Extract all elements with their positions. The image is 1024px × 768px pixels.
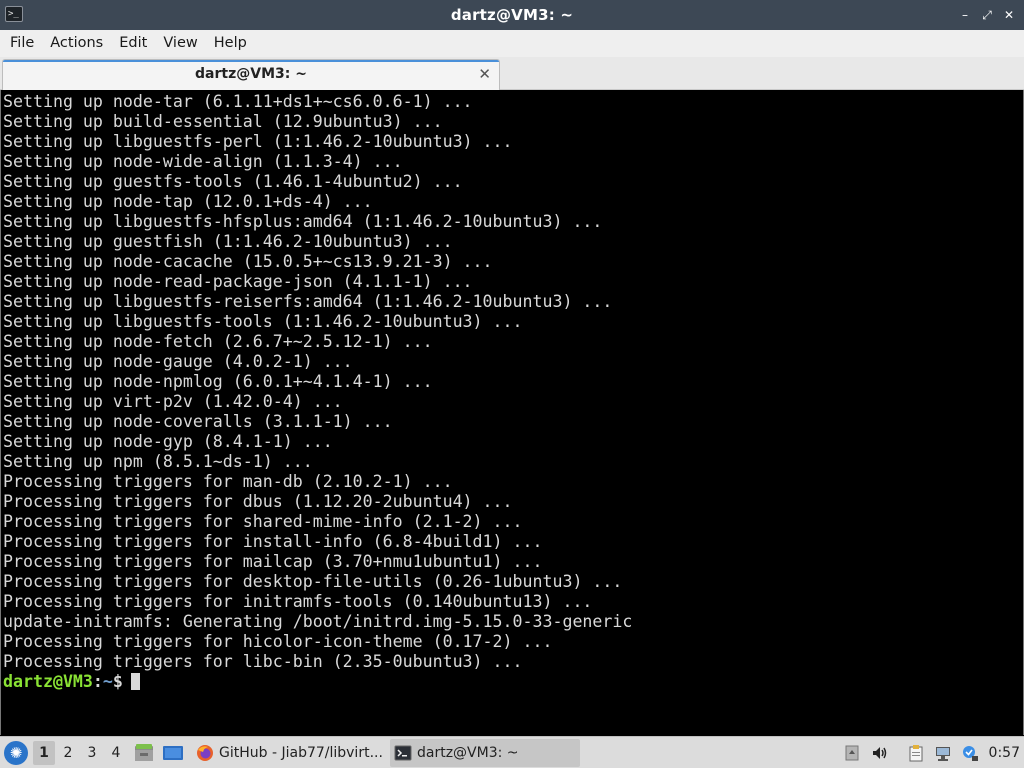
tab-close-icon[interactable]: ✕ (478, 65, 491, 83)
terminal-line: Processing triggers for install-info (6.… (3, 532, 543, 551)
terminal-line: Processing triggers for shared-mime-info… (3, 512, 523, 531)
terminal-line: Processing triggers for hicolor-icon-the… (3, 632, 553, 651)
terminal-line: Processing triggers for man-db (2.10.2-1… (3, 472, 453, 491)
terminal-line: Processing triggers for dbus (1.12.20-2u… (3, 492, 513, 511)
terminal-line: Processing triggers for libc-bin (2.35-0… (3, 652, 523, 671)
terminal-line: update-initramfs: Generating /boot/initr… (3, 612, 633, 631)
close-button[interactable]: ✕ (1000, 6, 1018, 24)
file-manager-icon[interactable] (133, 742, 155, 764)
tab-label: dartz@VM3: ~ (195, 66, 307, 82)
text-cursor (130, 673, 140, 690)
terminal-line: Setting up libguestfs-hfsplus:amd64 (1:1… (3, 212, 603, 231)
terminal-line: Setting up guestfs-tools (1.46.1-4ubuntu… (3, 172, 463, 191)
terminal-line: Setting up guestfish (1:1.46.2-10ubuntu3… (3, 232, 453, 251)
window-controls: – ⤢ ✕ (956, 0, 1018, 30)
desktop-3-button[interactable]: 3 (81, 741, 103, 765)
task-label: dartz@VM3: ~ (417, 745, 519, 761)
terminal-line: Processing triggers for desktop-file-uti… (3, 572, 623, 591)
terminal-line: Processing triggers for mailcap (3.70+nm… (3, 552, 543, 571)
terminal-line: Setting up node-gyp (8.4.1-1) ... (3, 432, 333, 451)
terminal-line: Setting up node-read-package-json (4.1.1… (3, 272, 473, 291)
terminal-line: Setting up node-tap (12.0.1+ds-4) ... (3, 192, 373, 211)
network-icon[interactable] (934, 744, 952, 762)
menu-actions[interactable]: Actions (42, 30, 111, 57)
menu-file[interactable]: File (2, 30, 42, 57)
tab-terminal[interactable]: dartz@VM3: ~ ✕ (2, 59, 500, 90)
prompt-path: ~ (102, 672, 113, 691)
desktop-4-button[interactable]: 4 (105, 741, 127, 765)
terminal-line: Setting up node-fetch (2.6.7+~2.5.12-1) … (3, 332, 433, 351)
terminal-icon (394, 745, 412, 761)
terminal-view[interactable]: Setting up node-tar (6.1.11+ds1+~cs6.0.6… (0, 90, 1024, 735)
menu-edit[interactable]: Edit (111, 30, 155, 57)
menu-bar: File Actions Edit View Help (0, 30, 1024, 57)
update-notifier-icon[interactable] (961, 744, 979, 762)
terminal-line: Setting up node-npmlog (6.0.1+~4.1.4-1) … (3, 372, 433, 391)
desktop-1-button[interactable]: 1 (33, 741, 55, 765)
prompt-user: dartz@VM3 (3, 672, 93, 691)
terminal-line: Setting up libguestfs-tools (1:1.46.2-10… (3, 312, 523, 331)
terminal-line: Setting up node-cacache (15.0.5+~cs13.9.… (3, 252, 493, 271)
window-title-bar[interactable]: >_ dartz@VM3: ~ – ⤢ ✕ (0, 0, 1024, 30)
task-label: GitHub - Jiab77/libvirt... (219, 745, 383, 761)
terminal-line: Setting up libguestfs-perl (1:1.46.2-10u… (3, 132, 513, 151)
task-terminal[interactable]: dartz@VM3: ~ (390, 739, 580, 767)
minimize-button[interactable]: – (956, 6, 974, 24)
terminal-output: Setting up node-tar (6.1.11+ds1+~cs6.0.6… (3, 92, 632, 692)
show-desktop-icon[interactable] (162, 742, 184, 764)
tab-bar: dartz@VM3: ~ ✕ (0, 57, 1024, 90)
terminal-line: Setting up node-gauge (4.0.2-1) ... (3, 352, 353, 371)
terminal-line: Setting up node-wide-align (1.1.3-4) ... (3, 152, 403, 171)
terminal-line: Setting up virt-p2v (1.42.0-4) ... (3, 392, 343, 411)
terminal-prompt[interactable]: dartz@VM3:~$ (3, 672, 632, 692)
taskbar: ✺ 1 2 3 4 GitHub - Jiab77/libvirt... dar… (0, 736, 1024, 768)
desktop-2-button[interactable]: 2 (57, 741, 79, 765)
terminal-line: Setting up build-essential (12.9ubuntu3)… (3, 112, 443, 131)
menu-help[interactable]: Help (206, 30, 255, 57)
firefox-icon (197, 745, 213, 761)
terminal-line: Setting up npm (8.5.1~ds-1) ... (3, 452, 313, 471)
clipboard-icon[interactable] (907, 744, 925, 762)
prompt-separator: : (92, 672, 103, 691)
volume-icon[interactable] (871, 744, 889, 762)
terminal-line: Setting up node-tar (6.1.11+ds1+~cs6.0.6… (3, 92, 473, 111)
start-menu-icon[interactable]: ✺ (4, 741, 28, 765)
terminal-scrollbar[interactable] (1020, 90, 1023, 735)
menu-view[interactable]: View (155, 30, 205, 57)
removable-media-icon[interactable] (843, 744, 861, 762)
task-firefox[interactable]: GitHub - Jiab77/libvirt... (192, 739, 388, 767)
terminal-line: Setting up node-coveralls (3.1.1-1) ... (3, 412, 393, 431)
clock[interactable]: 0:57 (989, 737, 1020, 768)
terminal-line: Setting up libguestfs-reiserfs:amd64 (1:… (3, 292, 613, 311)
restore-button[interactable]: ⤢ (978, 6, 996, 24)
terminal-line: Processing triggers for initramfs-tools … (3, 592, 593, 611)
prompt-symbol: $ (112, 672, 123, 691)
window-title: dartz@VM3: ~ (450, 6, 574, 24)
